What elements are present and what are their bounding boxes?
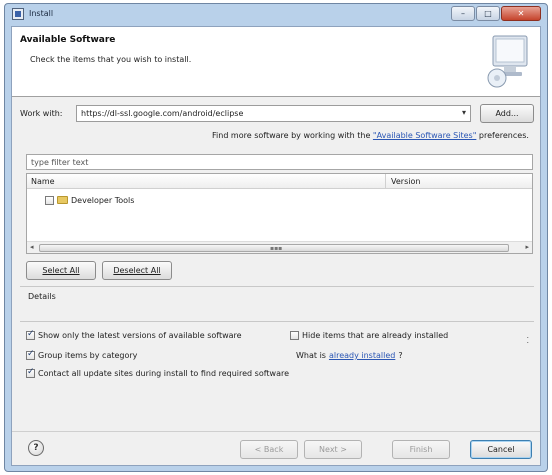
details-scroll-marker[interactable]: ⁚: [526, 336, 529, 345]
chevron-down-icon[interactable]: ▾: [462, 108, 466, 117]
filter-placeholder: type filter text: [31, 158, 89, 167]
column-version[interactable]: Version: [391, 177, 420, 186]
dialog-banner: Available Software Check the items that …: [12, 27, 540, 97]
work-with-combo[interactable]: https://dl-ssl.google.com/android/eclips…: [76, 105, 471, 122]
button-bar: ? < Back Next > Finish Cancel: [12, 431, 540, 467]
developer-tools-checkbox[interactable]: [45, 195, 54, 205]
work-with-label: Work with:: [20, 109, 63, 118]
details-area: ⁚: [26, 306, 533, 346]
filter-input[interactable]: type filter text: [26, 154, 533, 170]
what-is-suffix: ?: [398, 351, 403, 360]
eclipse-window-icon: [12, 8, 24, 20]
tree-item-label: Developer Tools: [71, 195, 135, 205]
find-more-suffix: preferences.: [478, 131, 529, 140]
what-is-prefix: What is: [296, 351, 326, 360]
hide-installed-checkbox[interactable]: [290, 331, 299, 340]
group-by-category-checkbox[interactable]: [26, 349, 35, 360]
latest-versions-checkbox[interactable]: [26, 329, 35, 340]
minimize-button[interactable]: –: [451, 6, 475, 21]
column-name[interactable]: Name: [31, 177, 55, 186]
grip-icon: ▪▪▪: [270, 245, 283, 252]
deselect-all-label: Deselect All: [113, 266, 161, 275]
next-button[interactable]: Next >: [304, 440, 362, 459]
option-hide-installed[interactable]: Hide items that are already installed: [290, 331, 448, 340]
dialog-body: Available Software Check the items that …: [11, 26, 541, 466]
column-divider: [385, 174, 386, 189]
divider: [20, 286, 534, 287]
available-sites-link[interactable]: "Available Software Sites": [373, 131, 476, 140]
option-group-by-category[interactable]: Group items by category: [26, 349, 138, 360]
group-by-category-label: Group items by category: [38, 351, 138, 360]
tree-item-developer-tools[interactable]: Developer Tools: [45, 194, 134, 206]
select-all-button[interactable]: Select All: [26, 261, 96, 280]
software-tree[interactable]: Name Version Developer Tools ◂ ▪▪▪ ▸: [26, 173, 533, 254]
cancel-button[interactable]: Cancel: [470, 440, 532, 459]
contact-sites-checkbox[interactable]: [26, 367, 35, 378]
install-monitor-icon: [487, 35, 528, 88]
finish-button[interactable]: Finish: [392, 440, 450, 459]
back-button[interactable]: < Back: [240, 440, 298, 459]
scroll-right-icon[interactable]: ▸: [525, 243, 529, 251]
deselect-all-button[interactable]: Deselect All: [102, 261, 172, 280]
contact-sites-label: Contact all update sites during install …: [38, 369, 290, 378]
select-all-label: Select All: [42, 266, 80, 275]
latest-versions-label: Show only the latest versions of availab…: [38, 331, 242, 340]
divider: [20, 321, 534, 322]
already-installed-link[interactable]: already installed: [329, 351, 395, 360]
window-controls: – □ ✕: [451, 6, 541, 21]
tree-header: Name Version: [27, 174, 532, 189]
scroll-left-icon[interactable]: ◂: [30, 243, 34, 251]
close-button[interactable]: ✕: [501, 6, 541, 21]
horizontal-scrollbar[interactable]: ◂ ▪▪▪ ▸: [27, 241, 532, 253]
what-is-installed-text: What is already installed?: [296, 351, 403, 360]
window-title: Install: [29, 9, 54, 18]
title-bar[interactable]: Install – □ ✕: [5, 4, 547, 25]
find-more-prefix: Find more software by working with the: [212, 131, 371, 140]
find-more-text: Find more software by working with the "…: [212, 131, 529, 140]
work-with-value: https://dl-ssl.google.com/android/eclips…: [81, 109, 244, 118]
install-window: Install – □ ✕ Available Software Check t…: [4, 3, 548, 472]
folder-icon: [57, 196, 68, 204]
maximize-button[interactable]: □: [476, 6, 500, 21]
hide-installed-label: Hide items that are already installed: [302, 331, 449, 340]
option-latest-versions[interactable]: Show only the latest versions of availab…: [26, 329, 242, 340]
page-title: Available Software: [20, 35, 116, 45]
help-icon[interactable]: ?: [28, 440, 44, 456]
scroll-thumb[interactable]: ▪▪▪: [39, 244, 509, 252]
page-description: Check the items that you wish to install…: [30, 55, 192, 64]
option-contact-sites[interactable]: Contact all update sites during install …: [26, 367, 290, 378]
add-site-button[interactable]: Add...: [480, 104, 534, 123]
details-label: Details: [28, 292, 56, 301]
